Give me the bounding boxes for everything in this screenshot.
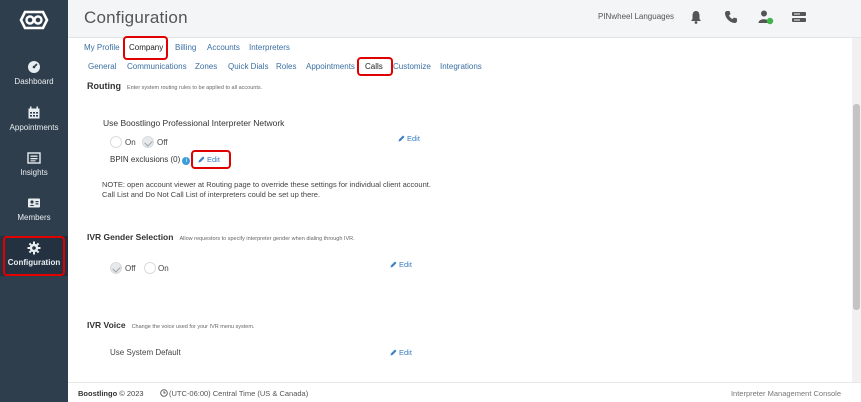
footer-brand: Boostlingo © 2023 xyxy=(78,389,144,398)
dashboard-icon xyxy=(28,61,40,73)
sidebar-item-label: Insights xyxy=(20,168,48,177)
ivr-gender-subtitle: Allow requestors to specify interpreter … xyxy=(179,236,355,242)
sidebar-item-label: Dashboard xyxy=(14,77,54,86)
tab-integrations[interactable]: Integrations xyxy=(440,62,482,71)
footer-brand-name: Boostlingo xyxy=(78,389,118,398)
sidebar-item-appointments[interactable]: Appointments xyxy=(0,106,68,136)
ivr-voice-value: Use System Default xyxy=(110,348,181,357)
tab-customize[interactable]: Customize xyxy=(393,62,431,71)
routing-note-2: Call List and Do Not Call List of interp… xyxy=(102,190,321,199)
bpin-exclusions-label: BPIN exclusions (0) xyxy=(110,155,181,164)
ivr-voice-section-title: IVR Voice Change the voice used for your … xyxy=(87,320,254,330)
info-icon[interactable]: i xyxy=(182,157,191,165)
bpin-title: Use Boostlingo Professional Interpreter … xyxy=(103,118,285,128)
bpin-edit-link[interactable]: Edit xyxy=(398,134,420,143)
tab-appointments[interactable]: Appointments xyxy=(306,62,355,71)
tab-interpreters[interactable]: Interpreters xyxy=(249,43,290,52)
bpin-off-radio[interactable] xyxy=(142,136,154,148)
footer-copyright: © 2023 xyxy=(119,389,144,398)
bpin-exclusions: BPIN exclusions (0) i xyxy=(110,155,191,165)
ivr-gender-title: IVR Gender Selection xyxy=(87,232,174,242)
pencil-icon xyxy=(398,135,405,142)
routing-note-1: NOTE: open account viewer at Routing pag… xyxy=(102,180,431,189)
menu-icon[interactable] xyxy=(791,9,807,25)
ivr-gender-off-radio[interactable] xyxy=(110,262,122,274)
footer: Boostlingo © 2023 (UTC-06:00) Central Ti… xyxy=(68,382,861,402)
bpin-on-label: On xyxy=(125,138,136,147)
tab-accounts[interactable]: Accounts xyxy=(207,43,240,52)
routing-title: Routing xyxy=(87,81,121,91)
footer-timezone-label: (UTC-06:00) Central Time (US & Canada) xyxy=(169,389,309,398)
ivr-gender-edit-link[interactable]: Edit xyxy=(390,260,412,269)
header: Configuration PINwheel Languages xyxy=(68,0,861,38)
tab-communications[interactable]: Communications xyxy=(127,62,187,71)
tab-roles[interactable]: Roles xyxy=(276,62,296,71)
scrollbar-thumb[interactable] xyxy=(853,104,860,310)
highlight-configuration xyxy=(3,236,65,276)
user-status-icon[interactable] xyxy=(758,9,774,25)
organization-name[interactable]: PINwheel Languages xyxy=(598,12,674,21)
pencil-icon xyxy=(390,261,397,268)
main-content: Routing Enter system routing rules to be … xyxy=(68,76,850,378)
sidebar-item-label: Members xyxy=(17,213,51,222)
clock-icon xyxy=(160,389,168,397)
routing-subtitle: Enter system routing rules to be applied… xyxy=(127,85,263,91)
scrollbar[interactable] xyxy=(852,38,861,382)
insights-icon xyxy=(27,152,41,164)
highlight-exclusions-edit xyxy=(191,150,231,169)
highlight-calls-tab xyxy=(357,57,393,76)
tab-my-profile[interactable]: My Profile xyxy=(84,43,120,52)
footer-timezone[interactable]: (UTC-06:00) Central Time (US & Canada) xyxy=(160,389,308,398)
phone-icon[interactable] xyxy=(723,9,739,25)
bpin-on-radio[interactable] xyxy=(110,136,122,148)
ivr-gender-on-radio[interactable] xyxy=(144,262,156,274)
edit-label: Edit xyxy=(399,260,412,269)
sidebar-item-label: Appointments xyxy=(9,123,59,132)
sidebar: Dashboard Appointments Insights Members xyxy=(0,0,68,402)
sidebar-item-members[interactable]: Members xyxy=(0,196,68,226)
edit-label: Edit xyxy=(407,134,420,143)
sidebar-item-insights[interactable]: Insights xyxy=(0,151,68,181)
ivr-gender-off-label: Off xyxy=(125,264,136,273)
tab-billing[interactable]: Billing xyxy=(175,43,196,52)
edit-label: Edit xyxy=(399,348,412,357)
calendar-icon xyxy=(28,106,40,119)
ivr-voice-title: IVR Voice xyxy=(87,320,126,330)
routing-section-title: Routing Enter system routing rules to be … xyxy=(87,81,262,91)
bpin-off-label: Off xyxy=(157,138,168,147)
members-icon xyxy=(28,198,40,208)
page-title: Configuration xyxy=(84,8,188,27)
boostlingo-logo-icon[interactable] xyxy=(19,9,49,31)
ivr-voice-subtitle: Change the voice used for your IVR menu … xyxy=(131,324,255,330)
pencil-icon xyxy=(390,349,397,356)
tab-quick-dials[interactable]: Quick Dials xyxy=(228,62,268,71)
highlight-company-tab xyxy=(123,36,168,60)
ivr-gender-on-label: On xyxy=(158,264,169,273)
ivr-voice-edit-link[interactable]: Edit xyxy=(390,348,412,357)
bell-icon[interactable] xyxy=(688,9,704,25)
tab-zones[interactable]: Zones xyxy=(195,62,217,71)
footer-console-name: Interpreter Management Console xyxy=(730,389,841,398)
ivr-gender-section-title: IVR Gender Selection Allow requestors to … xyxy=(87,232,355,242)
tab-general[interactable]: General xyxy=(88,62,116,71)
sidebar-item-dashboard[interactable]: Dashboard xyxy=(0,60,68,90)
